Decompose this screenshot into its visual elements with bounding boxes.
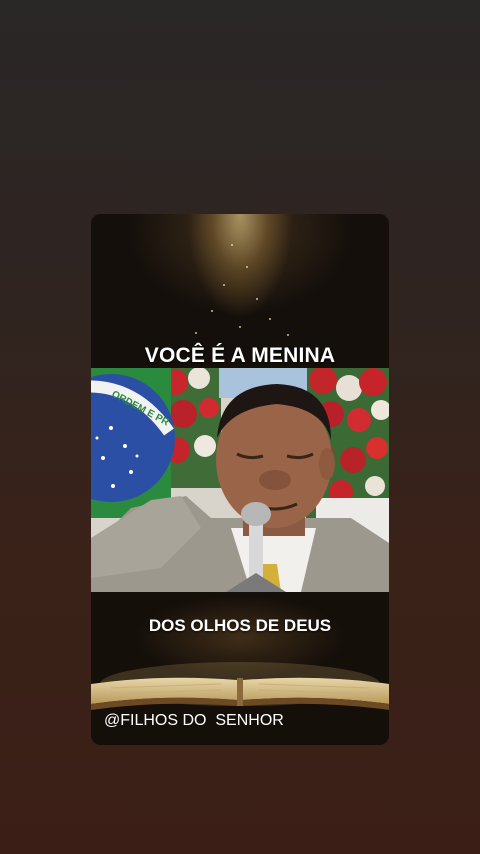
- sparkle: [231, 244, 233, 246]
- sparkle: [239, 326, 241, 328]
- channel-watermark: @FILHOS DO SENHOR: [104, 712, 284, 729]
- open-bible-image: [91, 654, 389, 710]
- preacher-video-still: ORDEM E PR: [91, 368, 389, 592]
- sparkle: [269, 318, 271, 320]
- sparkle: [223, 284, 225, 286]
- caption-top: VOCÊ É A MENINA: [144, 344, 336, 367]
- sparkle: [256, 298, 258, 300]
- brazil-flag: ORDEM E PR: [91, 368, 175, 518]
- sparkle: [211, 310, 213, 312]
- story-card[interactable]: VOCÊ É A MENINA ORDEM E PR DOS OLHOS DE …: [91, 214, 389, 745]
- video-frame[interactable]: ORDEM E PR: [91, 368, 389, 592]
- sparkle: [195, 332, 197, 334]
- sparkle: [246, 266, 248, 268]
- sparkle: [287, 334, 289, 336]
- caption-bottom: DOS OLHOS DE DEUS: [148, 616, 332, 635]
